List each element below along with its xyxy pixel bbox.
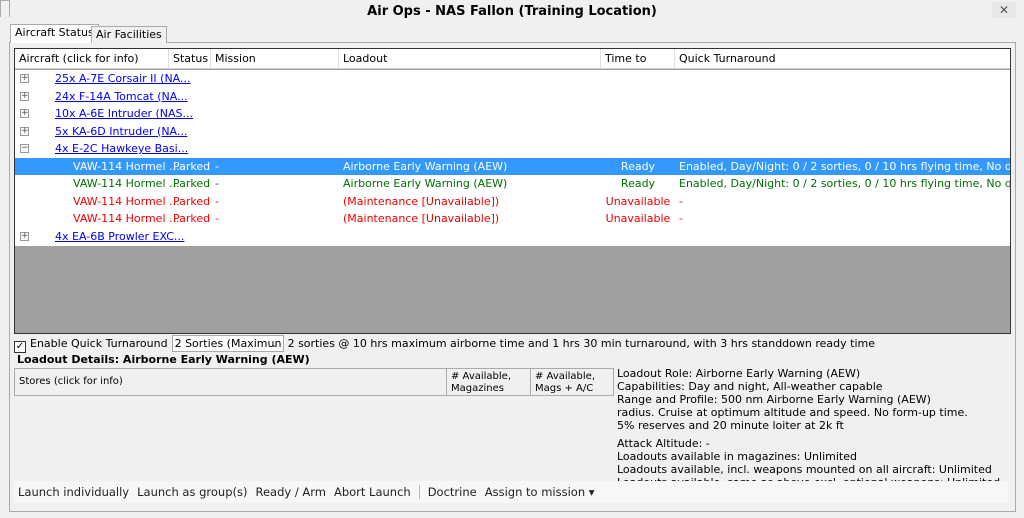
expand-toggle-icon[interactable]: + [20, 231, 29, 241]
quick-turnaround-bar: ✓ Enable Quick Turnaround 2 Sorties (Maxim… [14, 335, 875, 353]
grid-header: Aircraft (click for info) Status Mission… [15, 49, 1010, 85]
aircraft-row[interactable]: VAW-114 Hormel ... Parked - Airborne Early … [15, 157, 1010, 175]
loadout-info-line: Loadout Role: Airborne Early Warning (AE… [617, 367, 861, 380]
aircraft-group-link[interactable]: 10x A-6E Intruder (NAS... [55, 107, 193, 120]
cell-time: Unavailable [605, 194, 671, 208]
expand-toggle-icon[interactable]: + [20, 126, 29, 136]
launch-as-group-button[interactable]: Launch as group(s) [137, 485, 247, 499]
cell-mission: - [215, 194, 219, 208]
col-loadout[interactable]: Loadout [339, 49, 601, 69]
grid-rows: +25x A-7E Corsair II (NA... +24x F-14A To… [15, 70, 1010, 246]
col-status[interactable]: Status [169, 49, 211, 69]
cell-aircraft: VAW-114 Hormel ... [73, 212, 180, 225]
aircraft-grid: Aircraft (click for info) Status Mission… [14, 48, 1011, 334]
aircraft-group-row[interactable]: − 4x E-2C Hawkeye Basi... [15, 140, 1010, 158]
cell-mission: - [215, 159, 219, 173]
cell-status: Parked [173, 194, 211, 208]
loadout-info-line: radius. Cruise at optimum altitude and s… [617, 406, 968, 419]
aircraft-group-row[interactable]: +10x A-6E Intruder (NAS... [15, 105, 1010, 123]
enable-quick-turnaround-label[interactable]: Enable Quick Turnaround [30, 337, 168, 350]
cell-qt: - [679, 212, 683, 225]
window-title: Air Ops - NAS Fallon (Training Location) [0, 0, 1024, 24]
loadout-info-line: Loadouts available in magazines: Unlimit… [617, 450, 857, 463]
aircraft-group-link[interactable]: 25x A-7E Corsair II (NA... [55, 72, 191, 85]
aircraft-group-link[interactable]: 24x F-14A Tomcat (NA... [55, 90, 188, 103]
aircraft-row[interactable]: VAW-114 Hormel ... Parked - (Maintenance [U… [15, 193, 1010, 211]
aircraft-row[interactable]: VAW-114 Hormel ... Parked - (Maintenance [U… [15, 210, 1010, 228]
cell-aircraft: VAW-114 Hormel ... [73, 177, 180, 190]
assign-to-mission-button[interactable]: Assign to mission ▾ [485, 485, 595, 499]
sorties-dropdown[interactable]: 2 Sorties (Maximun ⌄ [171, 335, 284, 352]
col-stores[interactable]: Stores (click for info) [14, 368, 447, 396]
toolbar-divider [418, 485, 420, 499]
abort-launch-button[interactable]: Abort Launch [334, 485, 411, 499]
cell-loadout: Airborne Early Warning (AEW) [343, 177, 508, 190]
enable-quick-turnaround-checkbox[interactable]: ✓ [14, 341, 26, 353]
expand-toggle-icon[interactable]: + [20, 74, 29, 83]
cell-loadout: Airborne Early Warning (AEW) [343, 159, 508, 173]
expand-toggle-icon[interactable]: + [20, 91, 29, 101]
cell-mission: - [215, 212, 219, 225]
cell-time: Unavailable [605, 212, 671, 225]
stores-table: Stores (click for info) # Available, Mag… [14, 368, 614, 481]
action-toolbar: Launch individually Launch as group(s) Rea… [14, 481, 1008, 503]
loadout-info-line: Capabilities: Day and night, All-weather… [617, 380, 883, 393]
cell-qt: - [679, 194, 683, 208]
cell-qt: Enabled, Day/Night: 0 / 2 sorties, 0 / 1… [679, 159, 1010, 173]
loadout-details-title: Loadout Details: Airborne Early Warning … [17, 353, 310, 366]
col-aircraft[interactable]: Aircraft (click for info) [15, 49, 169, 69]
cell-time: Ready [620, 159, 656, 173]
col-quick-turnaround[interactable]: Quick Turnaround [675, 49, 1010, 69]
aircraft-group-row[interactable]: +5x KA-6D Intruder (NA... [15, 123, 1010, 141]
cell-aircraft: VAW-114 Hormel ... [73, 194, 180, 208]
cell-status: Parked [173, 159, 211, 173]
aircraft-group-link[interactable]: 4x EA-6B Prowler EXC... [55, 230, 184, 243]
loadout-info-line: 5% reserves and 20 minute loiter at 2k f… [617, 419, 844, 432]
aircraft-group-row[interactable]: +4x EA-6B Prowler EXC... [15, 228, 1010, 246]
expand-toggle-icon[interactable]: − [20, 144, 29, 153]
cell-status: Parked [173, 177, 211, 190]
sorties-dropdown-value: 2 Sorties (Maximun [174, 337, 282, 350]
ready-arm-button[interactable]: Ready / Arm [255, 485, 325, 499]
col-available-mags-ac[interactable]: # Available, Mags + A/C [530, 368, 614, 396]
aircraft-group-link[interactable]: 5x KA-6D Intruder (NA... [55, 125, 187, 138]
cell-mission: - [215, 177, 219, 190]
doctrine-button[interactable]: Doctrine [428, 485, 477, 499]
launch-individually-button[interactable]: Launch individually [18, 485, 129, 499]
close-icon[interactable]: ✕ [992, 2, 1016, 18]
loadout-info-line: Range and Profile: 500 nm Airborne Early… [617, 393, 931, 406]
tab-air-facilities[interactable]: Air Facilities [91, 26, 167, 43]
cell-time: Ready [620, 177, 656, 190]
col-mission[interactable]: Mission [211, 49, 339, 69]
cell-aircraft: VAW-114 Hormel ... [73, 159, 180, 173]
quick-turnaround-description: 2 sorties @ 10 hrs maximum airborne time… [287, 337, 875, 350]
chevron-down-icon: ⌄ [270, 337, 280, 350]
col-available-magazines[interactable]: # Available, Magazines [446, 368, 531, 396]
cell-loadout: (Maintenance [Unavailable]) [343, 212, 500, 225]
aircraft-row[interactable]: VAW-114 Hormel ... Parked - Airborne Early … [15, 175, 1010, 193]
aircraft-group-row[interactable]: +24x F-14A Tomcat (NA... [15, 88, 1010, 106]
loadout-info-line: Loadouts available, incl. weapons mounte… [617, 463, 992, 476]
cell-status: Parked [173, 212, 211, 225]
loadout-info-line: Attack Altitude: - [617, 437, 710, 450]
cell-loadout: (Maintenance [Unavailable]) [343, 194, 500, 208]
cell-qt: Enabled, Day/Night: 0 / 2 sorties, 0 / 1… [679, 177, 1010, 190]
loadout-info: Loadout Role: Airborne Early Warning (AE… [617, 367, 1000, 489]
aircraft-group-link[interactable]: 4x E-2C Hawkeye Basi... [55, 142, 188, 155]
tab-aircraft-status[interactable]: Aircraft Status [10, 24, 99, 43]
aircraft-group-row[interactable]: +25x A-7E Corsair II (NA... [15, 70, 1010, 88]
col-time-to-ready[interactable]: Time to ready [601, 49, 675, 85]
expand-toggle-icon[interactable]: + [20, 109, 29, 118]
